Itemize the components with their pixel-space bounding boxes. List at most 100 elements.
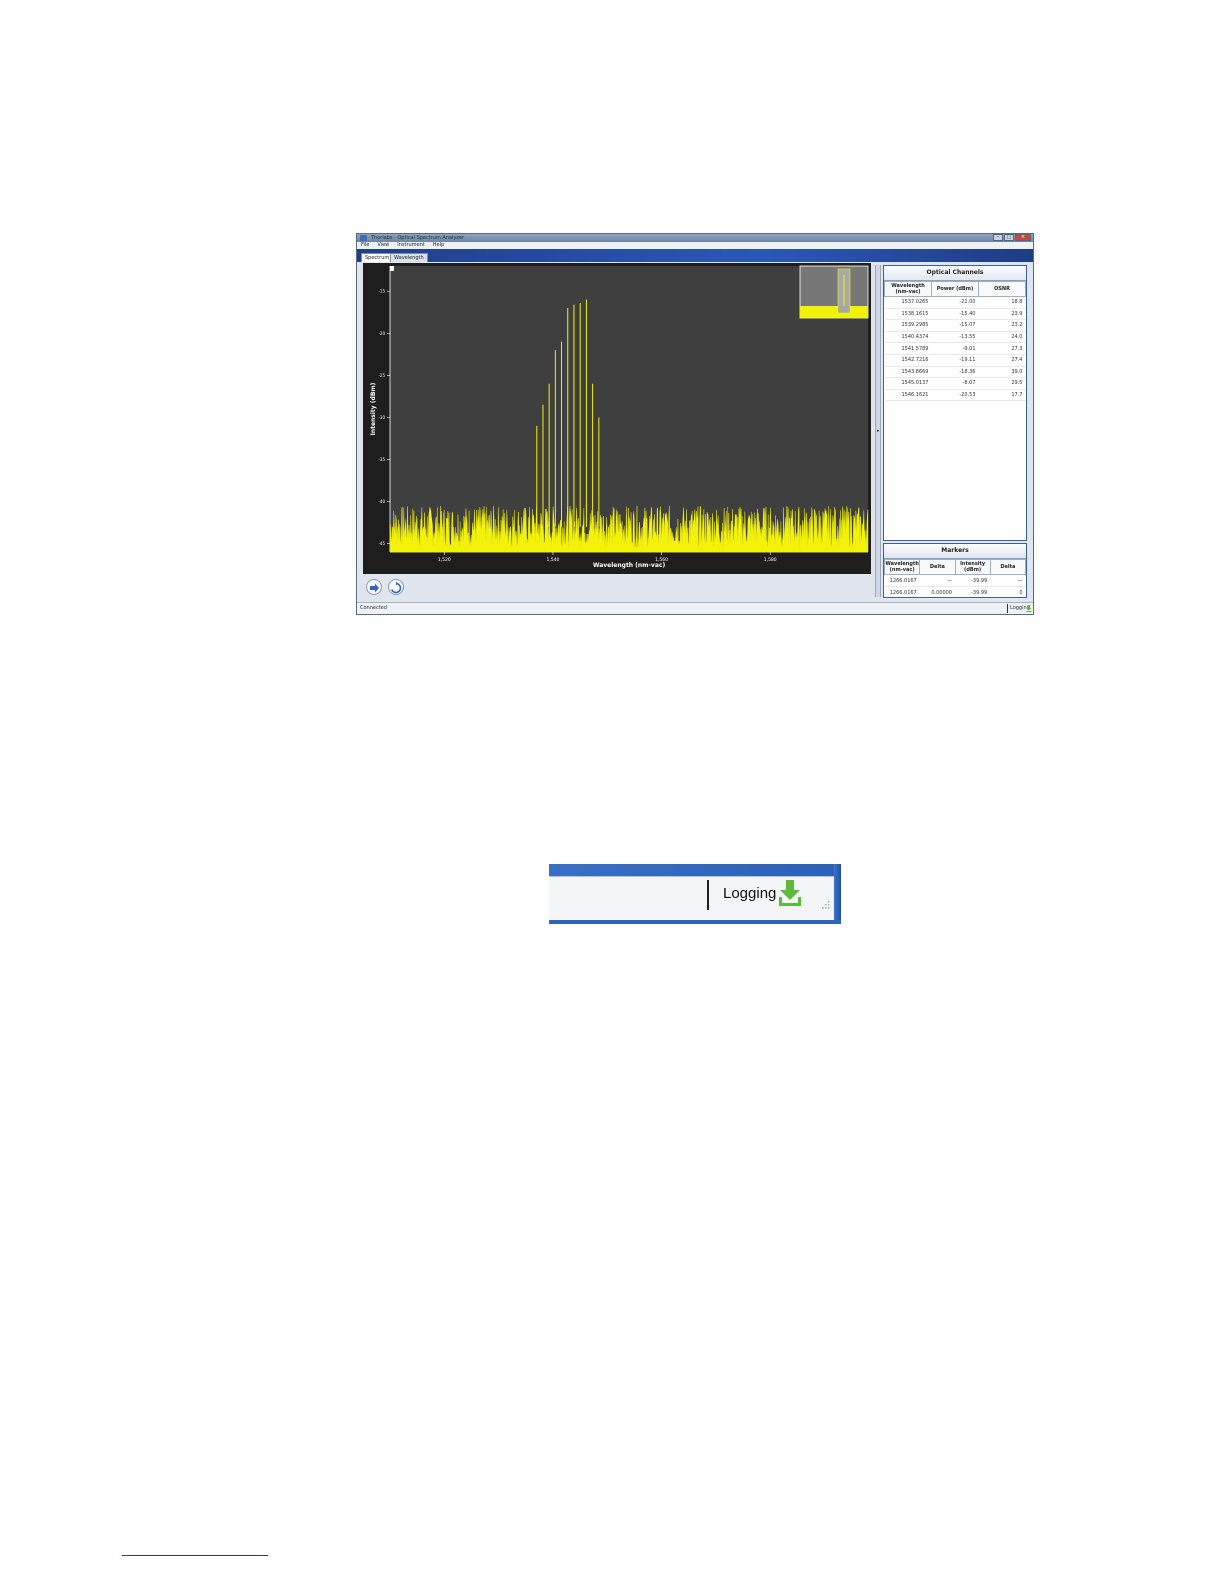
marker-cell: -39.99 xyxy=(955,574,991,587)
optical-channel-cell: 39.0 xyxy=(978,366,1026,379)
table-row[interactable]: 1546.1621 -20.53 17.7 xyxy=(884,389,1026,402)
panel-splitter[interactable]: ▸ xyxy=(875,265,881,597)
tab-spectrum[interactable]: Spectrum xyxy=(361,253,394,262)
marker-cell: 1266.0167 xyxy=(884,586,920,599)
next-button[interactable] xyxy=(366,579,382,595)
maximize-button[interactable]: □ xyxy=(1004,234,1014,241)
markers-table: Wavelength (nm-vac) Delta Intensity (dBm) D… xyxy=(883,559,1027,599)
menu-help[interactable]: Help xyxy=(433,242,444,249)
zoom-logging-label[interactable]: Logging xyxy=(723,885,776,902)
minimize-button[interactable]: – xyxy=(993,234,1003,241)
optical-channel-cell: 1541.5789 xyxy=(884,342,932,355)
optical-channel-cell: 27.4 xyxy=(978,354,1026,367)
y-tick-label: -25 xyxy=(378,373,385,378)
refresh-button[interactable] xyxy=(388,579,404,595)
marker-cell: — xyxy=(990,574,1026,587)
zoom-window-border xyxy=(834,864,841,924)
x-axis-label: Wavelength (nm-vac) xyxy=(593,562,666,569)
optical-channel-cell: -20.53 xyxy=(931,389,979,402)
marker-header[interactable]: Delta xyxy=(919,559,956,575)
optical-channel-cell: -18.36 xyxy=(931,366,979,379)
marker-cell: 0 xyxy=(990,586,1026,599)
table-row[interactable]: 1266.0167— -39.99— xyxy=(884,574,1026,587)
window-title: Thorlabs · Optical Spectrum Analyzer xyxy=(371,235,465,241)
table-row[interactable]: 1541.5789 -9.01 27.3 xyxy=(884,342,1026,355)
footnote-rule xyxy=(122,1555,268,1556)
marker-cell: 1266.0167 xyxy=(884,574,920,587)
table-row[interactable]: 1543.8669 -18.36 39.0 xyxy=(884,366,1026,379)
app-icon xyxy=(360,235,367,241)
marker-cell: 0.00000 xyxy=(919,586,955,599)
resize-grip-icon[interactable] xyxy=(820,901,830,909)
menu-view[interactable]: View xyxy=(377,242,389,249)
optical-channel-cell: 1543.8669 xyxy=(884,366,932,379)
app-window: Thorlabs · Optical Spectrum Analyzer – □… xyxy=(357,234,1033,614)
optical-channel-cell: 1538.1615 xyxy=(884,308,932,321)
zoom-window-frame xyxy=(549,864,841,876)
table-row[interactable]: 1542.7216 -19.11 27.4 xyxy=(884,354,1026,367)
zoom-window-border-bottom xyxy=(549,920,841,924)
optical-channel-cell: -15.07 xyxy=(931,319,979,332)
markers-title: Markers xyxy=(884,544,1026,559)
optical-channel-cell: -15.40 xyxy=(931,308,979,321)
table-row[interactable]: 1545.0137 -8.07 29.5 xyxy=(884,377,1026,390)
refresh-icon xyxy=(390,581,402,594)
optical-channels-title: Optical Channels xyxy=(884,266,1026,281)
x-tick-label: 1,580 xyxy=(764,557,777,563)
optical-channel-cell: 1545.0137 xyxy=(884,377,932,390)
markers-panel: Markers Wavelength (nm-vac) Delta Intensit… xyxy=(883,543,1027,599)
optical-channel-header[interactable]: Power (dBm) xyxy=(931,281,979,297)
optical-channel-cell: 1540.4374 xyxy=(884,331,932,344)
window-controls: – □ × xyxy=(993,234,1031,242)
marker-header[interactable]: Wavelength (nm-vac) xyxy=(883,559,921,575)
optical-channel-cell: -19.11 xyxy=(931,354,979,367)
table-row[interactable]: 1537.0265 -21.00 18.8 xyxy=(884,296,1026,309)
table-row[interactable]: 1540.4374 -13.55 24.0 xyxy=(884,331,1026,344)
y-tick-label: -20 xyxy=(378,331,385,336)
download-icon[interactable] xyxy=(1026,605,1032,612)
spectrum-panel: -15 -20 -25 -30 -35 -40 -45 1,520 1,540 1,560 1,5… xyxy=(363,263,871,574)
table-row[interactable]: 1538.1615 -15.40 23.9 xyxy=(884,308,1026,321)
download-icon[interactable] xyxy=(778,879,802,907)
spectrum-chart[interactable]: -15-20-25-30-35-40-45 1,520 1,540 1,560 1,5… xyxy=(363,263,871,574)
y-axis-label: Intensity (dBm) xyxy=(370,382,377,435)
optical-channels-table: Wavelength (nm-vac) Power (dBm) OSNR 1537.… xyxy=(884,281,1026,402)
x-tick-label: 1,540 xyxy=(547,557,560,563)
optical-channel-header[interactable]: OSNR xyxy=(978,281,1026,297)
x-tick-label: 1,520 xyxy=(438,557,451,563)
splitter-arrow-icon[interactable]: ▸ xyxy=(877,428,880,434)
y-tick-label: -30 xyxy=(378,415,385,420)
zoom-status-separator xyxy=(707,880,709,910)
tab-wavelength[interactable]: Wavelength xyxy=(390,253,428,262)
y-tick-label: -15 xyxy=(378,289,385,294)
title-bar: Thorlabs · Optical Spectrum Analyzer – □… xyxy=(357,234,1033,242)
marker-header[interactable]: Delta xyxy=(989,559,1027,575)
table-row[interactable]: 1539.2985 -15.07 23.2 xyxy=(884,319,1026,332)
connection-status: Connected xyxy=(360,605,387,611)
table-row[interactable]: 1266.0167 0.00000 -39.99 0 xyxy=(884,586,1026,599)
optical-channel-cell: -13.55 xyxy=(931,331,979,344)
tab-strip: Spectrum Wavelength xyxy=(357,249,1033,262)
optical-channel-header[interactable]: Wavelength (nm-vac) xyxy=(884,281,932,297)
optical-channels-panel: Optical Channels Wavelength (nm-vac) Powe… xyxy=(883,265,1027,541)
overview-thumbnail[interactable] xyxy=(799,265,869,319)
optical-channel-cell: 23.9 xyxy=(978,308,1026,321)
optical-channel-cell: 1539.2985 xyxy=(884,319,932,332)
optical-channel-cell: 23.2 xyxy=(978,319,1026,332)
optical-channel-cell: 24.0 xyxy=(978,331,1026,344)
optical-channel-cell: 29.5 xyxy=(978,377,1026,390)
status-bar-zoom: Logging xyxy=(549,864,841,924)
y-tick-label: -35 xyxy=(378,457,385,462)
plot-area xyxy=(390,266,868,552)
status-bar: Connected Logging xyxy=(357,602,1033,614)
menu-instrument[interactable]: Instrument xyxy=(397,242,425,249)
menu-bar: File View Instrument Help xyxy=(357,242,1033,249)
optical-channel-cell: 18.8 xyxy=(978,296,1026,309)
close-button[interactable]: × xyxy=(1015,234,1031,241)
y-tick-label: -40 xyxy=(378,499,385,504)
marker-cell: — xyxy=(919,574,955,587)
plot-handle[interactable] xyxy=(390,266,394,271)
y-tick-label: -45 xyxy=(378,541,385,546)
marker-header[interactable]: Intensity (dBm) xyxy=(954,559,991,575)
menu-file[interactable]: File xyxy=(361,242,369,249)
